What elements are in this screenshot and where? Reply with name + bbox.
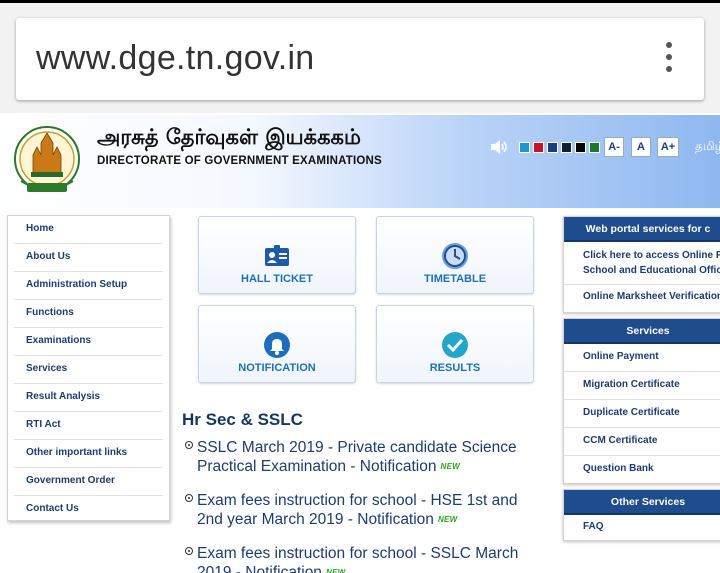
news-item[interactable]: Exam fees instruction for school - HSE 1… xyxy=(185,491,530,529)
portal-link-text[interactable]: School and Educational Office xyxy=(583,265,720,276)
new-badge-icon: NEW xyxy=(440,462,461,472)
id-card-icon xyxy=(265,245,289,266)
nav-item-rti-act[interactable]: RTI Act xyxy=(14,412,163,440)
speaker-icon[interactable] xyxy=(490,139,508,155)
portal-link-text[interactable]: Click here to access Online Po xyxy=(583,250,720,261)
news-item-text[interactable]: 2nd year March 2019 - Notification xyxy=(197,511,434,528)
clock-icon xyxy=(442,243,468,269)
news-item-text[interactable]: Practical Examination - Notification xyxy=(197,458,437,475)
nav-item-other-important-links[interactable]: Other important links xyxy=(14,440,163,468)
news-item-text[interactable]: 2019 - Notification xyxy=(197,564,322,573)
bullet-icon xyxy=(185,547,193,555)
theme-swatch[interactable] xyxy=(575,142,586,153)
bullet-icon xyxy=(185,494,193,502)
other-services-panel: Other Services FAQ xyxy=(563,489,720,541)
new-badge-icon: NEW xyxy=(325,568,346,573)
nav-item-functions[interactable]: Functions xyxy=(14,300,163,328)
language-toggle[interactable]: தமிழ் xyxy=(695,139,720,155)
nav-item-administration-setup[interactable]: Administration Setup xyxy=(14,272,163,300)
theme-color-swatches xyxy=(519,142,600,153)
service-link-ccm-certificate[interactable]: CCM Certificate xyxy=(564,428,720,456)
check-circle-icon xyxy=(442,332,468,358)
font-increase-button[interactable]: A+ xyxy=(657,137,679,157)
news-item-text[interactable]: Exam fees instruction for school - SSLC … xyxy=(197,545,518,562)
theme-swatch[interactable] xyxy=(589,142,600,153)
theme-swatch[interactable] xyxy=(519,142,530,153)
nav-item-examinations[interactable]: Examinations xyxy=(14,328,163,356)
panel-header: Other Services xyxy=(564,490,720,515)
bell-icon xyxy=(264,332,290,358)
portal-link[interactable]: Click here to access Online Po School an… xyxy=(564,242,720,285)
tile-label: HALL TICKET xyxy=(241,273,313,285)
address-bar[interactable]: www.dge.tn.gov.in xyxy=(16,18,704,100)
news-section-title: Hr Sec & SSLC xyxy=(182,410,303,429)
tile-label: RESULTS xyxy=(429,362,481,374)
results-tile[interactable]: RESULTS xyxy=(376,305,534,383)
tamil-nadu-emblem-icon[interactable] xyxy=(13,125,81,197)
news-item[interactable]: SSLC March 2019 - Private candidate Scie… xyxy=(185,438,530,476)
portal-link-text[interactable]: Online Marksheet Verification xyxy=(583,291,720,302)
tile-label: TIMETABLE xyxy=(423,273,487,285)
left-nav-menu: Home About Us Administration Setup Funct… xyxy=(7,215,170,521)
browser-toolbar: www.dge.tn.gov.in xyxy=(0,3,720,113)
site-header: அரசுத் தேர்வுகள் இயக்ககம் DIRECTORATE OF… xyxy=(0,115,720,208)
portal-link[interactable]: Online Marksheet Verification xyxy=(564,285,720,312)
panel-header: Services xyxy=(564,319,720,344)
service-link-online-payment[interactable]: Online Payment xyxy=(564,344,720,372)
font-normal-button[interactable]: A xyxy=(631,137,651,157)
theme-swatch[interactable] xyxy=(561,142,572,153)
nav-item-government-order[interactable]: Government Order xyxy=(14,468,163,496)
nav-item-services[interactable]: Services xyxy=(14,356,163,384)
notification-tile[interactable]: NOTIFICATION xyxy=(198,305,356,383)
services-panel: Services Online Payment Migration Certif… xyxy=(563,318,720,484)
nav-item-about-us[interactable]: About Us xyxy=(14,244,163,272)
bullet-icon xyxy=(185,441,193,449)
news-item-text[interactable]: SSLC March 2019 - Private candidate Scie… xyxy=(197,439,517,456)
theme-swatch[interactable] xyxy=(547,142,558,153)
url-text[interactable]: www.dge.tn.gov.in xyxy=(36,39,315,78)
service-link-migration-certificate[interactable]: Migration Certificate xyxy=(564,372,720,400)
news-item-text[interactable]: Exam fees instruction for school - HSE 1… xyxy=(197,492,517,509)
hall-ticket-tile[interactable]: HALL TICKET xyxy=(198,216,356,294)
tile-label: NOTIFICATION xyxy=(238,362,316,374)
theme-swatch[interactable] xyxy=(533,142,544,153)
site-title-tamil: அரசுத் தேர்வுகள் இயக்ககம் xyxy=(97,125,361,149)
nav-item-contact-us[interactable]: Contact Us xyxy=(14,496,163,524)
nav-item-result-analysis[interactable]: Result Analysis xyxy=(14,384,163,412)
new-badge-icon: NEW xyxy=(437,515,458,525)
timetable-tile[interactable]: TIMETABLE xyxy=(376,216,534,294)
kebab-menu-icon[interactable] xyxy=(664,42,674,78)
service-link-faq[interactable]: FAQ xyxy=(564,515,720,540)
nav-item-home[interactable]: Home xyxy=(14,216,163,244)
panel-header: Web portal services for c xyxy=(564,217,720,242)
site-title-english: DIRECTORATE OF GOVERNMENT EXAMINATIONS xyxy=(97,155,382,167)
service-link-duplicate-certificate[interactable]: Duplicate Certificate xyxy=(564,400,720,428)
web-portal-panel: Web portal services for c Click here to … xyxy=(563,216,720,313)
news-item[interactable]: Exam fees instruction for school - SSLC … xyxy=(185,544,530,573)
font-decrease-button[interactable]: A- xyxy=(604,137,624,157)
service-link-question-bank[interactable]: Question Bank xyxy=(564,456,720,484)
